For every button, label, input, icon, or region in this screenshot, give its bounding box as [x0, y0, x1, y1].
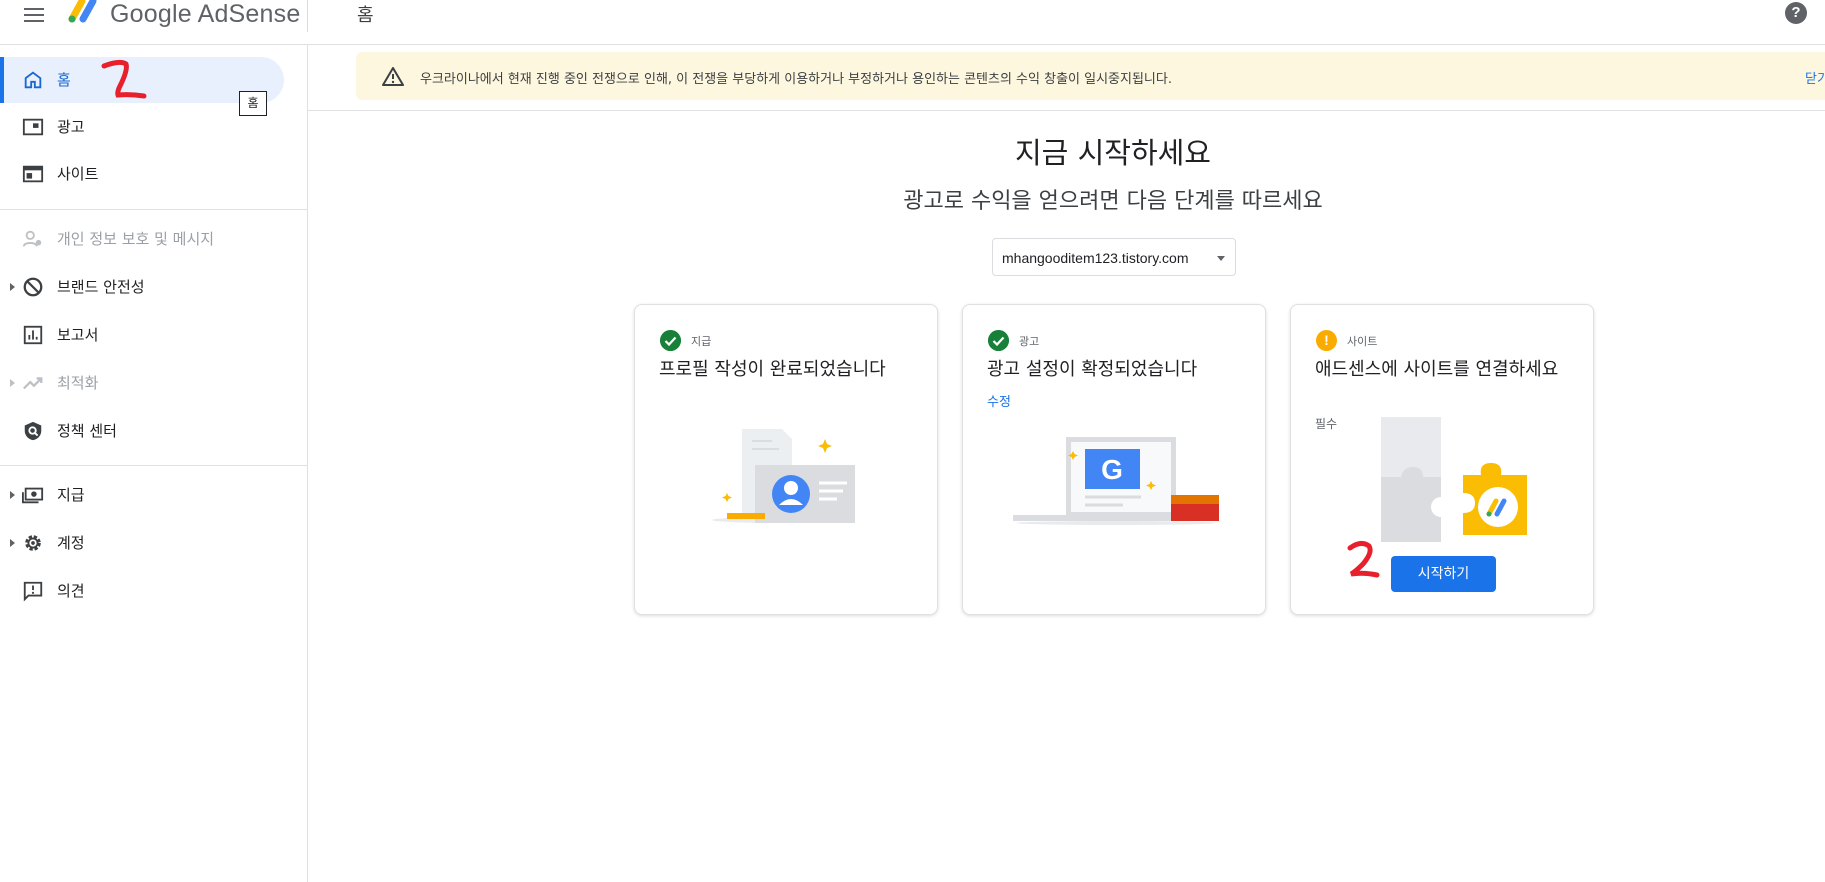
- privacy-icon: [22, 230, 42, 247]
- sidebar-item-label: 개인 정보 보호 및 메시지: [57, 230, 215, 248]
- annotation-marker-1: [101, 59, 147, 99]
- svg-text:G: G: [1101, 454, 1123, 485]
- notification-banner: 우크라이나에서 현재 진행 중인 전쟁으로 인해, 이 전쟁을 부당하게 이용하…: [356, 52, 1825, 100]
- product-name: Google AdSense: [110, 0, 301, 28]
- sidebar-item-label: 정책 센터: [57, 422, 117, 440]
- sidebar-item-account[interactable]: 계정: [0, 520, 284, 566]
- divider: [307, 0, 308, 32]
- warning-icon: [382, 67, 404, 86]
- sidebar-item-label: 지급: [57, 486, 85, 504]
- sidebar-item-privacy[interactable]: 개인 정보 보호 및 메시지: [0, 216, 284, 262]
- home-icon: [24, 71, 42, 89]
- banner-close-button[interactable]: 닫기: [1805, 68, 1825, 87]
- sidebar-item-label: 브랜드 안전성: [57, 278, 145, 296]
- sidebar-item-reports[interactable]: 보고서: [0, 312, 284, 358]
- profile-illustration: [712, 429, 855, 523]
- step-card-ads: 광고 광고 설정이 확정되었습니다 수정 G: [962, 304, 1266, 615]
- sidebar-item-payments[interactable]: 지급: [0, 472, 284, 518]
- sidebar-item-policy-center[interactable]: 정책 센터: [0, 408, 284, 454]
- sidebar-item-label: 의견: [57, 582, 85, 600]
- help-icon[interactable]: ?: [1785, 2, 1807, 24]
- card-title: 광고 설정이 확정되었습니다: [987, 359, 1198, 380]
- ads-icon: [22, 118, 44, 136]
- expand-arrow-icon[interactable]: [10, 491, 15, 499]
- ad-setup-illustration: G: [1013, 437, 1219, 525]
- optimization-icon: [23, 377, 43, 390]
- tooltip: 홈: [239, 91, 267, 116]
- step-card-site: ! 사이트 애드센스에 사이트를 연결하세요 필수 시작하기: [1290, 304, 1594, 615]
- sidebar-item-label: 최적화: [57, 374, 99, 392]
- policy-shield-icon: [24, 421, 42, 441]
- main-title: 지금 시작하세요: [1015, 136, 1211, 170]
- required-label: 필수: [1315, 417, 1338, 431]
- site-selector-value: mhangooditem123.tistory.com: [1002, 250, 1189, 266]
- sidebar: 홈 광고 사이트 개인 정보 보호 및 메시지 브랜드 안전성 보고서 최적화 …: [0, 45, 308, 882]
- edit-link[interactable]: 수정: [987, 391, 1011, 410]
- start-button[interactable]: 시작하기: [1391, 556, 1496, 592]
- card-category: 지급: [691, 335, 712, 348]
- site-connect-illustration: [1381, 417, 1527, 542]
- check-circle-icon: [660, 330, 681, 351]
- adsense-logo-icon: [68, 0, 97, 23]
- divider: [308, 110, 1825, 111]
- card-title: 프로필 작성이 완료되었습니다: [659, 359, 886, 380]
- step-card-payments: 지급 프로필 작성이 완료되었습니다: [634, 304, 938, 615]
- sites-icon: [22, 165, 44, 183]
- expand-arrow-icon[interactable]: [10, 539, 15, 547]
- reports-icon: [23, 325, 43, 345]
- page-title: 홈: [357, 5, 374, 26]
- divider: [0, 209, 307, 210]
- menu-icon[interactable]: [20, 2, 48, 30]
- expand-arrow-icon[interactable]: [10, 283, 15, 291]
- sidebar-item-sites[interactable]: 사이트: [0, 151, 284, 197]
- sidebar-item-label: 홈: [57, 71, 71, 89]
- card-category: 사이트: [1347, 335, 1378, 348]
- payments-icon: [22, 487, 44, 504]
- sidebar-item-label: 광고: [57, 118, 85, 136]
- sidebar-item-feedback[interactable]: 의견: [0, 568, 284, 614]
- expand-arrow-icon[interactable]: [10, 379, 15, 387]
- main-subtitle: 광고로 수익을 얻으려면 다음 단계를 따르세요: [903, 189, 1323, 214]
- top-bar: Google AdSense 홈 ?: [0, 0, 1825, 45]
- gear-icon: [25, 535, 41, 551]
- check-circle-icon: [988, 330, 1009, 351]
- sidebar-item-label: 사이트: [57, 165, 99, 183]
- sidebar-item-label: 보고서: [57, 326, 99, 344]
- divider: [0, 465, 307, 466]
- sidebar-item-brand-safety[interactable]: 브랜드 안전성: [0, 264, 284, 310]
- dropdown-arrow-icon: [1217, 256, 1225, 261]
- feedback-icon: [23, 581, 43, 602]
- banner-message: 우크라이나에서 현재 진행 중인 전쟁으로 인해, 이 전쟁을 부당하게 이용하…: [420, 72, 1172, 87]
- warning-circle-icon: !: [1316, 330, 1337, 351]
- card-category: 광고: [1019, 335, 1040, 348]
- sidebar-item-optimization[interactable]: 최적화: [0, 360, 284, 406]
- card-title: 애드센스에 사이트를 연결하세요: [1315, 359, 1559, 380]
- sidebar-item-label: 계정: [57, 534, 85, 552]
- site-selector-dropdown[interactable]: mhangooditem123.tistory.com: [992, 238, 1236, 276]
- annotation-marker-2: [1347, 540, 1380, 578]
- block-icon: [23, 277, 43, 297]
